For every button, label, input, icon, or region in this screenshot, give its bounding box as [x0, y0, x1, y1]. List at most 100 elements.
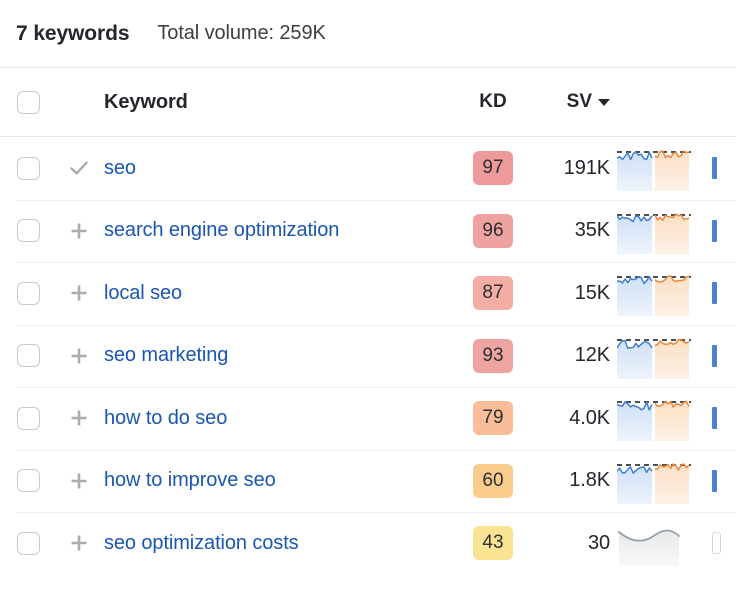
row-trend-cell [614, 395, 697, 442]
keywords-table: Keyword KD SV seo 97 191K search engine opt… [0, 68, 736, 575]
row-keyword-cell[interactable]: seo optimization costs [102, 532, 460, 555]
row-checkbox[interactable] [16, 406, 40, 430]
row-kd-cell: 79 [460, 401, 526, 436]
header-sv-cell[interactable]: SV [526, 91, 614, 113]
table-body: seo 97 191K search engine optimization 96 35K… [0, 137, 736, 575]
row-select-cell[interactable] [0, 344, 56, 368]
row-tail-box[interactable] [712, 532, 721, 555]
row-kd-cell: 87 [460, 276, 526, 311]
row-action-cell[interactable] [56, 219, 102, 243]
row-select-cell[interactable] [0, 531, 56, 555]
row-checkbox[interactable] [16, 344, 40, 368]
row-action-cell[interactable] [56, 344, 102, 368]
plus-icon[interactable] [67, 531, 91, 555]
row-tail-bar[interactable] [712, 469, 717, 492]
row-select-cell[interactable] [0, 219, 56, 243]
keyword-link[interactable]: how to improve seo [104, 469, 276, 491]
row-tail-bar[interactable] [712, 407, 717, 430]
header-kd-cell[interactable]: KD [460, 91, 526, 113]
kd-badge: 93 [473, 338, 513, 373]
row-checkbox[interactable] [16, 219, 40, 243]
row-keyword-cell[interactable]: how to improve seo [102, 469, 460, 492]
row-tail-cell[interactable] [697, 469, 736, 492]
select-all-checkbox[interactable] [16, 90, 40, 114]
plus-icon[interactable] [67, 219, 91, 243]
column-header-sv-wrap[interactable]: SV [567, 91, 610, 113]
row-tail-bar[interactable] [712, 282, 717, 305]
row-select-cell[interactable] [0, 156, 56, 180]
keyword-link[interactable]: search engine optimization [104, 219, 339, 241]
row-action-cell[interactable] [56, 406, 102, 430]
keyword-link[interactable]: local seo [104, 282, 182, 304]
search-volume-value: 191K [563, 156, 610, 179]
caret-down-icon[interactable] [598, 98, 610, 106]
row-trend-cell [614, 270, 697, 317]
row-keyword-cell[interactable]: local seo [102, 282, 460, 305]
row-sv-cell: 30 [526, 532, 614, 555]
row-trend-cell [614, 520, 697, 567]
table-row[interactable]: seo marketing 93 12K [0, 324, 736, 388]
header-keyword-cell[interactable]: Keyword [102, 91, 460, 114]
keyword-link[interactable]: seo [104, 157, 136, 179]
keyword-link[interactable]: seo marketing [104, 344, 228, 366]
row-tail-bar[interactable] [712, 157, 717, 180]
plus-icon[interactable] [67, 469, 91, 493]
row-tail-bar[interactable] [712, 219, 717, 242]
table-row[interactable]: seo optimization costs 43 30 [0, 512, 736, 575]
trend-sparkline [617, 463, 691, 504]
row-keyword-cell[interactable]: seo marketing [102, 344, 460, 367]
row-tail-cell[interactable] [697, 282, 736, 305]
table-row[interactable]: how to improve seo 60 1.8K [0, 449, 736, 513]
total-volume-label: Total volume: 259K [157, 22, 326, 44]
row-tail-cell[interactable] [697, 344, 736, 367]
search-volume-value: 4.0K [569, 406, 610, 429]
row-tail-cell[interactable] [697, 407, 736, 430]
row-action-cell[interactable] [56, 469, 102, 493]
plus-icon[interactable] [67, 344, 91, 368]
search-volume-value: 15K [574, 281, 610, 304]
row-tail-cell[interactable] [697, 219, 736, 242]
keyword-link[interactable]: seo optimization costs [104, 532, 299, 554]
search-volume-value: 12K [574, 344, 610, 367]
row-keyword-cell[interactable]: search engine optimization [102, 219, 460, 242]
column-header-sv[interactable]: SV [567, 91, 592, 113]
search-volume-value: 30 [587, 531, 610, 554]
kd-badge: 87 [473, 276, 513, 311]
row-checkbox[interactable] [16, 281, 40, 305]
trend-sparkline [617, 400, 691, 442]
kd-badge: 60 [473, 463, 513, 498]
table-row[interactable]: seo 97 191K [0, 137, 736, 200]
row-sv-cell: 12K [526, 344, 614, 367]
trend-sparkline [617, 213, 691, 254]
kd-badge: 97 [473, 151, 513, 186]
column-header-keyword[interactable]: Keyword [104, 91, 188, 113]
row-checkbox[interactable] [16, 469, 40, 493]
summary-bar: 7 keywords Total volume: 259K [0, 0, 736, 68]
row-keyword-cell[interactable]: how to do seo [102, 407, 460, 430]
table-row[interactable]: local seo 87 15K [0, 262, 736, 325]
select-all-cell[interactable] [0, 90, 56, 114]
row-tail-cell[interactable] [697, 532, 736, 555]
row-keyword-cell[interactable]: seo [102, 157, 460, 180]
row-tail-bar[interactable] [712, 344, 717, 367]
row-sv-cell: 35K [526, 219, 614, 242]
row-sv-cell: 4.0K [526, 407, 614, 430]
search-volume-value: 35K [574, 219, 610, 242]
row-select-cell[interactable] [0, 406, 56, 430]
row-select-cell[interactable] [0, 469, 56, 493]
table-row[interactable]: how to do seo 79 4.0K [0, 387, 736, 450]
plus-icon[interactable] [67, 406, 91, 430]
row-select-cell[interactable] [0, 281, 56, 305]
table-row[interactable]: search engine optimization 96 35K [0, 199, 736, 263]
plus-icon[interactable] [67, 281, 91, 305]
column-header-kd[interactable]: KD [479, 91, 506, 113]
row-tail-cell[interactable] [697, 157, 736, 180]
row-checkbox[interactable] [16, 156, 40, 180]
search-volume-value: 1.8K [569, 469, 610, 492]
keyword-link[interactable]: how to do seo [104, 407, 227, 429]
row-action-cell[interactable] [56, 281, 102, 305]
check-icon[interactable] [67, 156, 91, 180]
row-action-cell[interactable] [56, 531, 102, 555]
row-action-cell[interactable] [56, 156, 102, 180]
row-checkbox[interactable] [16, 531, 40, 555]
